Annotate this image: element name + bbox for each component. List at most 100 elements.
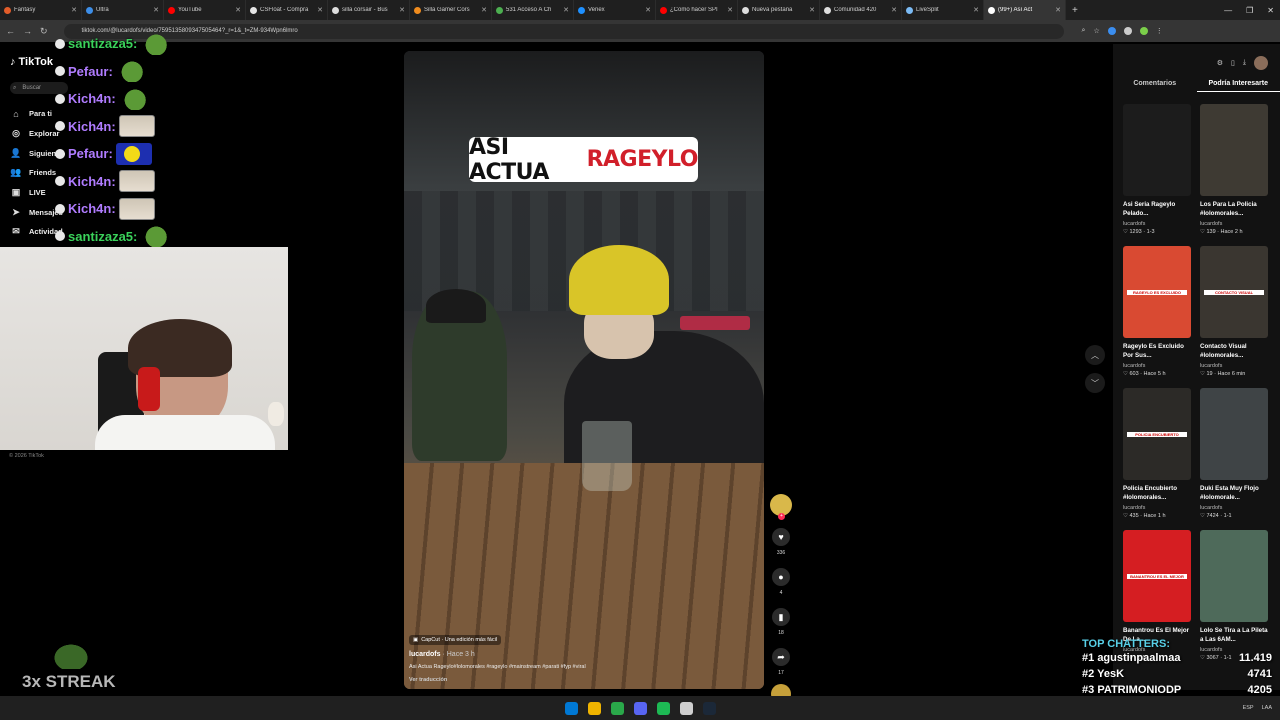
- next-video-chevron-down-icon[interactable]: ﹀: [1085, 373, 1105, 393]
- tab-close-icon[interactable]: ✕: [399, 6, 405, 14]
- tab-close-icon[interactable]: ✕: [153, 6, 159, 14]
- card-author[interactable]: lucardofs: [1200, 221, 1268, 227]
- tab-close-icon[interactable]: ✕: [645, 6, 651, 14]
- stream-chat-overlay: santizaza5: Pefaur: Kich4n: Kich4n: Pefa…: [55, 30, 177, 278]
- tray-language[interactable]: ESP: [1243, 705, 1254, 711]
- zoom-icon[interactable]: ⌕: [1082, 27, 1086, 35]
- menu-kebab-icon[interactable]: ⋮: [1156, 27, 1163, 35]
- browser-tab[interactable]: (99+) Así Act ✕: [984, 0, 1066, 20]
- creator-avatar[interactable]: +: [770, 494, 792, 520]
- tab-close-icon[interactable]: ✕: [481, 6, 487, 14]
- tab-you-may-like[interactable]: Podría Interesarte: [1196, 80, 1280, 92]
- bookmark-icon[interactable]: ▮: [772, 608, 790, 626]
- bookmark-star-icon[interactable]: ☆: [1093, 27, 1099, 35]
- taskbar-app-icon[interactable]: [702, 701, 716, 715]
- card-author[interactable]: lucardofs: [1123, 505, 1191, 511]
- back-icon[interactable]: ←: [6, 26, 15, 36]
- video-thumbnail[interactable]: [1200, 530, 1268, 622]
- recommended-video-card[interactable]: Duki Esta Muy Flojo #lolomorale... lucar…: [1200, 388, 1268, 519]
- video-thumbnail[interactable]: CONTACTO VISUAL: [1200, 246, 1268, 338]
- extension-icon[interactable]: [1123, 27, 1132, 35]
- video-author[interactable]: lucardofs · Hace 3 h: [409, 651, 709, 658]
- previous-video-chevron-up-icon[interactable]: ︿: [1085, 345, 1105, 365]
- tray-layout[interactable]: LAA: [1262, 705, 1272, 711]
- card-author[interactable]: lucardofs: [1200, 505, 1268, 511]
- card-title[interactable]: Asi Seria Rageylo Pelado...: [1123, 200, 1191, 220]
- video-thumbnail[interactable]: [1200, 104, 1268, 196]
- browser-tab[interactable]: Venex ✕: [574, 0, 656, 20]
- recommended-video-card[interactable]: Los Para La Policia #lolomorales... luca…: [1200, 104, 1268, 235]
- tab-close-icon[interactable]: ✕: [71, 6, 77, 14]
- browser-tab[interactable]: Fantasy ✕: [0, 0, 82, 20]
- tab-close-icon[interactable]: ✕: [891, 6, 897, 14]
- browser-tab[interactable]: Ultra ✕: [82, 0, 164, 20]
- browser-tab[interactable]: Comunidad 420 ✕: [820, 0, 902, 20]
- card-title[interactable]: Rageylo Es Excluido Por Sus...: [1123, 342, 1191, 362]
- tiktok-video-player[interactable]: ASI ACTUA RAGEYLO ▣ CapCut · Una edición…: [404, 51, 764, 689]
- comment-action[interactable]: ● 4: [772, 568, 790, 596]
- taskbar-app-icon[interactable]: [610, 701, 624, 715]
- card-author[interactable]: lucardofs: [1123, 363, 1191, 369]
- url-input[interactable]: tiktok.com/@lucardofs/video/759513580934…: [63, 23, 1064, 39]
- extension-icon[interactable]: [1107, 27, 1116, 35]
- heart-icon[interactable]: ♥: [772, 528, 790, 546]
- forward-icon[interactable]: →: [23, 26, 32, 36]
- tab-close-icon[interactable]: ✕: [317, 6, 323, 14]
- tab-close-icon[interactable]: ✕: [973, 6, 979, 14]
- video-thumbnail[interactable]: BANANTROU ES EL MEJOR: [1123, 530, 1191, 622]
- card-author[interactable]: lucardofs: [1123, 221, 1191, 227]
- tab-close-icon[interactable]: ✕: [235, 6, 241, 14]
- browser-tab[interactable]: 531 Acceso A Ch ✕: [492, 0, 574, 20]
- share-icon[interactable]: ➦: [772, 648, 790, 666]
- tab-close-icon[interactable]: ✕: [563, 6, 569, 14]
- browser-tab[interactable]: LiveSplit ✕: [902, 0, 984, 20]
- browser-tab[interactable]: ¿Como hacer SPI ✕: [656, 0, 738, 20]
- browser-tab[interactable]: Silla Gamer Cors ✕: [410, 0, 492, 20]
- follow-plus-icon[interactable]: +: [778, 513, 785, 520]
- recommended-video-card[interactable]: POLICIA ENCUBIERTO Policia Encubierto #l…: [1123, 388, 1191, 519]
- recommended-video-card[interactable]: Asi Seria Rageylo Pelado... lucardofs ♡ …: [1123, 104, 1191, 235]
- recommended-video-card[interactable]: RAGEYLO ES EXCLUIDO Rageylo Es Excluido …: [1123, 246, 1191, 377]
- browser-tab[interactable]: CSFloat - Compra ✕: [246, 0, 328, 20]
- settings-icon[interactable]: ⚙: [1217, 59, 1223, 67]
- recommended-video-card[interactable]: CONTACTO VISUAL Contacto Visual #lolomor…: [1200, 246, 1268, 377]
- capcut-badge[interactable]: ▣ CapCut · Una edición más fácil: [409, 635, 502, 645]
- card-title[interactable]: Contacto Visual #lolomorales...: [1200, 342, 1268, 362]
- browser-tab[interactable]: YouTube ✕: [164, 0, 246, 20]
- device-icon[interactable]: ▯: [1231, 59, 1235, 67]
- close-window-icon[interactable]: ✕: [1267, 6, 1274, 15]
- save-action[interactable]: ▮ 18: [772, 608, 790, 636]
- restore-icon[interactable]: ❐: [1246, 6, 1253, 15]
- tab-close-icon[interactable]: ✕: [1055, 6, 1061, 14]
- video-thumbnail[interactable]: POLICIA ENCUBIERTO: [1123, 388, 1191, 480]
- video-thumbnail[interactable]: [1200, 388, 1268, 480]
- taskbar-app-icon[interactable]: [587, 701, 601, 715]
- user-avatar[interactable]: [1254, 56, 1268, 70]
- like-action[interactable]: ♥ 336: [772, 528, 790, 556]
- tab-comments[interactable]: Comentarios: [1113, 80, 1197, 92]
- reload-icon[interactable]: ↻: [40, 26, 48, 37]
- taskbar-app-icon[interactable]: [564, 701, 578, 715]
- card-title[interactable]: Los Para La Policia #lolomorales...: [1200, 200, 1268, 220]
- download-icon[interactable]: ⤓: [1243, 59, 1246, 67]
- video-thumbnail[interactable]: [1123, 104, 1191, 196]
- video-thumbnail[interactable]: RAGEYLO ES EXCLUIDO: [1123, 246, 1191, 338]
- card-author[interactable]: lucardofs: [1200, 363, 1268, 369]
- browser-tab[interactable]: Nueva pestaña ✕: [738, 0, 820, 20]
- profile-icon[interactable]: [1139, 27, 1148, 35]
- card-title[interactable]: Duki Esta Muy Flojo #lolomorale...: [1200, 484, 1268, 504]
- tab-close-icon[interactable]: ✕: [727, 6, 733, 14]
- browser-tab[interactable]: silla corsair - Bus ✕: [328, 0, 410, 20]
- share-action[interactable]: ➦ 17: [772, 648, 790, 676]
- author-name[interactable]: lucardofs: [409, 651, 441, 658]
- taskbar-app-icon[interactable]: [679, 701, 693, 715]
- card-title[interactable]: Policia Encubierto #lolomorales...: [1123, 484, 1191, 504]
- tab-close-icon[interactable]: ✕: [809, 6, 815, 14]
- tiktok-logo[interactable]: ♪ TikTok: [10, 56, 53, 68]
- translate-link[interactable]: Ver traducción: [409, 677, 709, 683]
- taskbar-app-icon[interactable]: [633, 701, 647, 715]
- new-tab-button[interactable]: +: [1066, 5, 1084, 16]
- comment-icon[interactable]: ●: [772, 568, 790, 586]
- taskbar-app-icon[interactable]: [656, 701, 670, 715]
- minimize-icon[interactable]: —: [1224, 6, 1232, 15]
